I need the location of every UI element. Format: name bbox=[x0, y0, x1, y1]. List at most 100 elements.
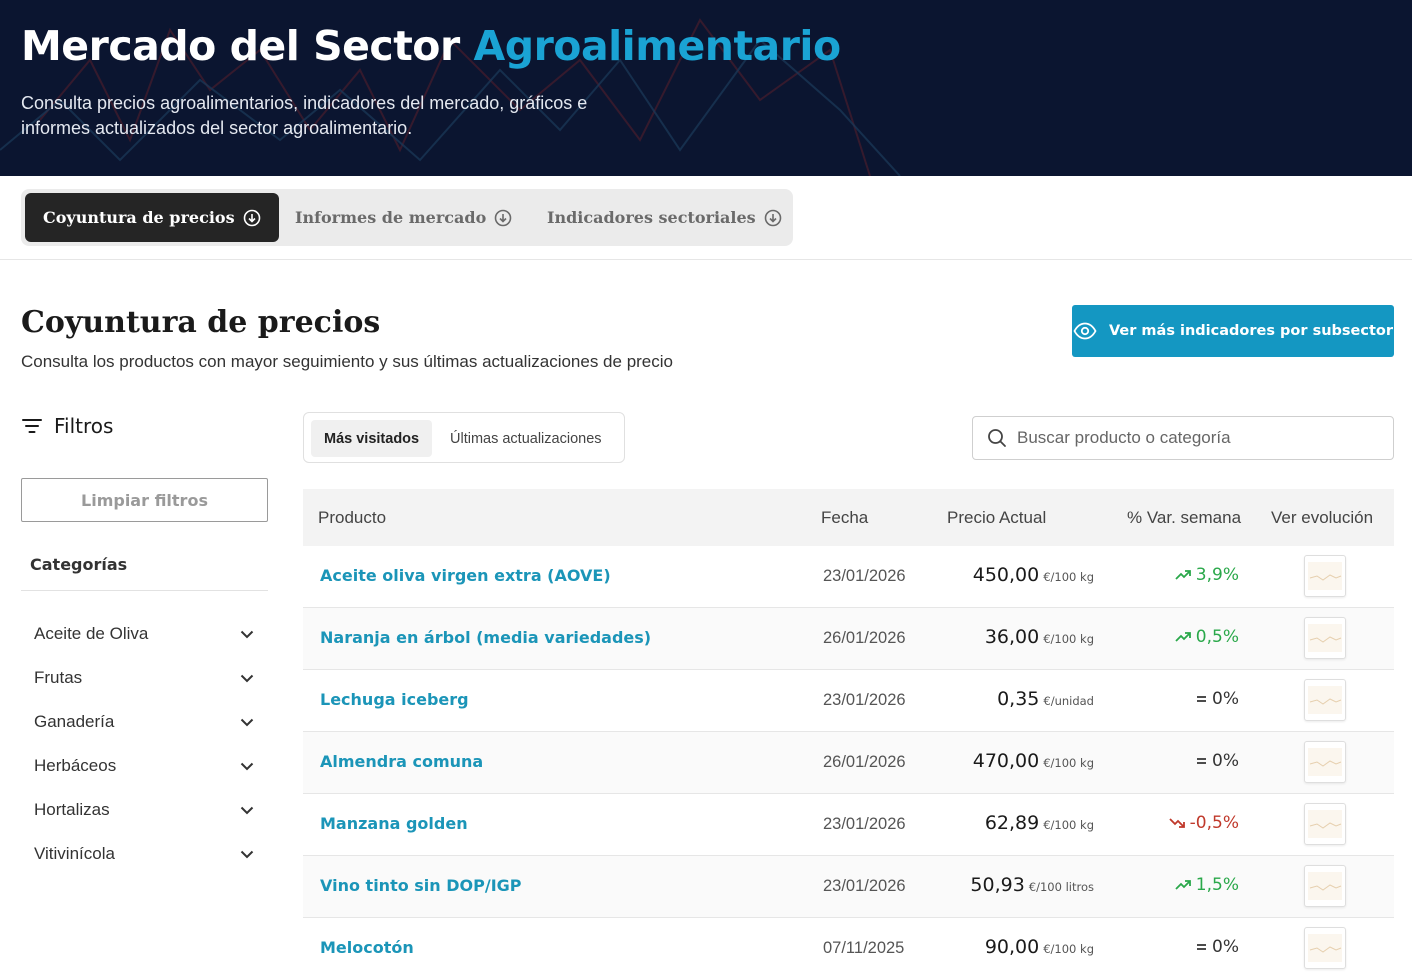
table-row: Naranja en árbol (media variedades) 26/01… bbox=[303, 608, 1394, 670]
toggle-mas-visitados[interactable]: Más visitados bbox=[311, 420, 433, 457]
category-item[interactable]: Ganadería bbox=[34, 700, 254, 744]
price-date: 23/01/2026 bbox=[823, 567, 906, 585]
category-item[interactable]: Hortalizas bbox=[34, 788, 254, 832]
mini-chart-icon bbox=[1308, 562, 1342, 590]
variation-value: 1,5% bbox=[1195, 875, 1239, 895]
price-date: 23/01/2026 bbox=[823, 691, 906, 709]
chevron-down-icon bbox=[240, 762, 254, 770]
price-cell: 450,00 €/100 kg bbox=[973, 564, 1094, 586]
weekly-variation: 0% bbox=[1196, 937, 1239, 957]
section-tabs: Coyuntura de precios Informes de mercado… bbox=[21, 189, 793, 246]
filter-lines-icon bbox=[22, 419, 42, 433]
price-value: 470,00 bbox=[972, 750, 1040, 772]
evolution-chart-thumbnail[interactable] bbox=[1304, 865, 1346, 907]
price-cell: 90,00 €/100 kg bbox=[985, 936, 1094, 958]
tab-indicadores-sectoriales[interactable]: Indicadores sectoriales bbox=[529, 193, 800, 242]
search-box bbox=[972, 416, 1394, 460]
col-header-precio[interactable]: Precio Actual bbox=[947, 508, 1046, 528]
category-item[interactable]: Aceite de Oliva bbox=[34, 612, 254, 656]
table-row: Manzana golden 23/01/2026 62,89 €/100 kg -0,… bbox=[303, 794, 1394, 856]
variation-value: -0,5% bbox=[1189, 813, 1239, 833]
product-link[interactable]: Manzana golden bbox=[320, 814, 468, 833]
evolution-chart-thumbnail[interactable] bbox=[1304, 679, 1346, 721]
chevron-down-icon bbox=[240, 718, 254, 726]
clear-filters-button[interactable]: Limpiar filtros bbox=[21, 478, 268, 522]
price-date: 07/11/2025 bbox=[823, 939, 905, 957]
price-unit: €/100 litros bbox=[1028, 880, 1094, 894]
page-title-main: Mercado del Sector bbox=[21, 22, 460, 70]
mini-chart-icon bbox=[1308, 872, 1342, 900]
section-tabbar: Coyuntura de precios Informes de mercado… bbox=[0, 176, 1412, 260]
toggle-ultimas-actualizaciones[interactable]: Últimas actualizaciones bbox=[437, 420, 615, 457]
list-view-toggle: Más visitados Últimas actualizaciones bbox=[303, 412, 625, 463]
section-subtitle: Consulta los productos con mayor seguimi… bbox=[21, 352, 673, 371]
trend-up-icon bbox=[1175, 570, 1191, 580]
tab-informes-mercado[interactable]: Informes de mercado bbox=[277, 193, 530, 242]
chevron-down-icon bbox=[240, 806, 254, 814]
evolution-chart-thumbnail[interactable] bbox=[1304, 617, 1346, 659]
price-unit: €/100 kg bbox=[1043, 756, 1094, 770]
mini-chart-icon bbox=[1308, 686, 1342, 714]
col-header-variacion[interactable]: % Var. semana bbox=[1127, 508, 1241, 528]
variation-value: 3,9% bbox=[1195, 565, 1239, 585]
trend-up-icon bbox=[1175, 632, 1191, 642]
category-list: Aceite de Oliva Frutas Ganadería Herbáceos H… bbox=[34, 612, 254, 876]
trend-up-icon bbox=[1175, 880, 1191, 890]
weekly-variation: 3,9% bbox=[1175, 565, 1239, 585]
price-value: 36,00 bbox=[984, 626, 1040, 648]
evolution-chart-thumbnail[interactable] bbox=[1304, 555, 1346, 597]
chevron-down-icon bbox=[240, 630, 254, 638]
price-date: 26/01/2026 bbox=[823, 753, 906, 771]
col-header-fecha[interactable]: Fecha bbox=[821, 508, 868, 528]
prices-table: Producto Fecha Precio Actual % Var. sema… bbox=[303, 489, 1394, 977]
weekly-variation: 1,5% bbox=[1175, 875, 1239, 895]
weekly-variation: 0,5% bbox=[1175, 627, 1239, 647]
page-title: Mercado del Sector Agroalimentario bbox=[21, 22, 841, 70]
variation-value: 0,5% bbox=[1195, 627, 1239, 647]
section-title: Coyuntura de precios bbox=[21, 305, 381, 340]
product-link[interactable]: Melocotón bbox=[320, 938, 414, 957]
table-header: Producto Fecha Precio Actual % Var. sema… bbox=[303, 489, 1394, 546]
product-link[interactable]: Naranja en árbol (media variedades) bbox=[320, 628, 651, 647]
product-link[interactable]: Lechuga iceberg bbox=[320, 690, 469, 709]
category-label: Ganadería bbox=[34, 712, 115, 731]
table-row: Almendra comuna 26/01/2026 470,00 €/100 kg 0… bbox=[303, 732, 1394, 794]
price-value: 0,35 bbox=[997, 688, 1040, 710]
filters-header: Filtros bbox=[22, 414, 113, 438]
equals-icon bbox=[1197, 944, 1207, 950]
category-label: Aceite de Oliva bbox=[34, 624, 149, 643]
evolution-chart-thumbnail[interactable] bbox=[1304, 803, 1346, 845]
hero-subtitle: Consulta precios agroalimentarios, indic… bbox=[21, 93, 588, 138]
evolution-chart-thumbnail[interactable] bbox=[1304, 927, 1346, 969]
category-label: Herbáceos bbox=[34, 756, 117, 775]
search-input[interactable] bbox=[1017, 428, 1387, 448]
table-row: Vino tinto sin DOP/IGP 23/01/2026 50,93 €/1… bbox=[303, 856, 1394, 918]
filters-label: Filtros bbox=[54, 414, 114, 438]
price-date: 23/01/2026 bbox=[823, 815, 906, 833]
category-item[interactable]: Herbáceos bbox=[34, 744, 254, 788]
price-cell: 62,89 €/100 kg bbox=[985, 812, 1094, 834]
table-row: Lechuga iceberg 23/01/2026 0,35 €/unidad 0% bbox=[303, 670, 1394, 732]
price-unit: €/100 kg bbox=[1043, 818, 1094, 832]
more-indicators-label: Ver más indicadores por subsector bbox=[1108, 323, 1394, 339]
variation-value: 0% bbox=[1212, 689, 1239, 709]
col-header-producto[interactable]: Producto bbox=[318, 508, 386, 528]
hero-banner: Mercado del Sector Agroalimentario Consu… bbox=[0, 0, 1412, 176]
search-icon bbox=[988, 429, 1006, 447]
product-link[interactable]: Aceite oliva virgen extra (AOVE) bbox=[320, 566, 611, 585]
more-indicators-button[interactable]: Ver más indicadores por subsector bbox=[1072, 305, 1394, 357]
category-label: Vitivinícola bbox=[34, 844, 115, 863]
price-date: 23/01/2026 bbox=[823, 877, 906, 895]
product-link[interactable]: Vino tinto sin DOP/IGP bbox=[320, 876, 522, 895]
chevron-down-icon bbox=[240, 850, 254, 858]
arrow-down-circle-icon bbox=[243, 209, 260, 226]
product-link[interactable]: Almendra comuna bbox=[320, 752, 483, 771]
category-item[interactable]: Vitivinícola bbox=[34, 832, 254, 876]
equals-icon bbox=[1197, 696, 1207, 702]
price-unit: €/100 kg bbox=[1043, 570, 1094, 584]
tab-coyuntura-precios[interactable]: Coyuntura de precios bbox=[25, 193, 279, 242]
category-item[interactable]: Frutas bbox=[34, 656, 254, 700]
table-row: Aceite oliva virgen extra (AOVE) 23/01/20… bbox=[303, 546, 1394, 608]
evolution-chart-thumbnail[interactable] bbox=[1304, 741, 1346, 783]
table-row: Melocotón 07/11/2025 90,00 €/100 kg 0% bbox=[303, 918, 1394, 977]
